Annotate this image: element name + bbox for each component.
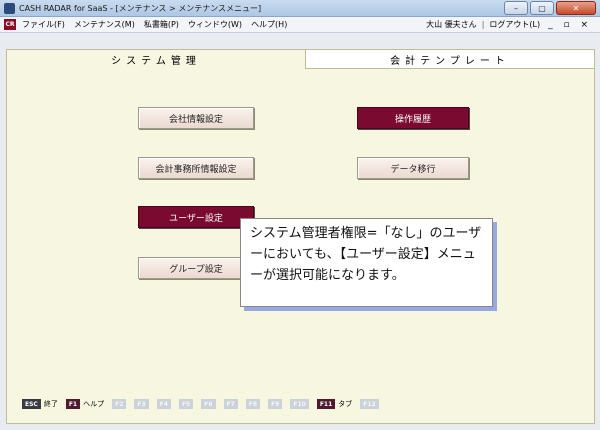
f8-key-label: F8 <box>245 399 261 409</box>
menu-maintenance[interactable]: メンテナンス(M) <box>74 19 135 30</box>
tab-accounting-template[interactable]: 会計テンプレート <box>305 50 594 69</box>
esc-action-label: 終了 <box>43 400 58 408</box>
operation-history-button[interactable]: 操作履歴 <box>357 107 469 129</box>
menu-mailbox[interactable]: 私書箱(P) <box>144 19 179 30</box>
data-migration-button[interactable]: データ移行 <box>357 157 469 179</box>
minimize-button[interactable]: – <box>504 1 528 15</box>
app-icon <box>4 3 15 14</box>
fkey-f11[interactable]: F11 タブ <box>316 399 353 409</box>
window-title: CASH RADAR for SaaS - [メンテナンス > メンテナンスメニ… <box>19 4 262 13</box>
fkey-f7: F7 <box>223 399 238 409</box>
menu-separator: | <box>481 20 485 29</box>
group-settings-button[interactable]: グループ設定 <box>138 257 254 279</box>
menu-help[interactable]: ヘルプ(H) <box>251 19 287 30</box>
user-name: 大山 優夫さん <box>426 20 477 29</box>
f6-key-label: F6 <box>201 399 216 409</box>
mdi-restore-icon[interactable]: ▫ <box>563 20 573 30</box>
logout-link[interactable]: ログアウト(L) <box>489 19 540 30</box>
fkey-f5: F5 <box>178 399 194 409</box>
fkey-f12: F12 <box>360 399 379 409</box>
mdi-minimize-icon[interactable]: _ <box>548 20 557 30</box>
f11-key-label: F11 <box>316 399 336 409</box>
esc-key-label: ESC <box>22 399 41 409</box>
maximize-button[interactable]: ▢ <box>530 1 554 15</box>
menu-file[interactable]: ファイル(F) <box>22 19 65 30</box>
window-controls: – ▢ ✕ <box>502 1 596 15</box>
user-settings-button[interactable]: ユーザー設定 <box>138 206 254 228</box>
fkey-f10: F10 <box>290 399 309 409</box>
menu-window[interactable]: ウィンドウ(W) <box>188 19 242 30</box>
fkey-f6: F6 <box>201 399 216 409</box>
f5-key-label: F5 <box>178 399 194 409</box>
close-button[interactable]: ✕ <box>556 1 596 15</box>
menu-bar: CR ファイル(F) メンテナンス(M) 私書箱(P) ウィンドウ(W) ヘルプ… <box>0 17 600 33</box>
fkey-f8: F8 <box>245 399 261 409</box>
fkey-f4: F4 <box>156 399 171 409</box>
f3-key-label: F3 <box>134 399 149 409</box>
title-bar: CASH RADAR for SaaS - [メンテナンス > メンテナンスメニ… <box>0 0 600 17</box>
f1-key-label: F1 <box>65 399 81 409</box>
info-callout: システム管理者権限=「なし」のユーザーにおいても、【ユーザー設定】メニューが選択… <box>240 218 493 307</box>
f10-key-label: F10 <box>290 399 309 409</box>
fkey-f3: F3 <box>134 399 149 409</box>
accounting-office-button[interactable]: 会計事務所情報設定 <box>138 157 254 179</box>
function-key-bar: ESC 終了 F1 ヘルプ F2 F3 F4 F5 F6 F7 F8 F9 F1… <box>0 393 600 415</box>
f11-action-label: タブ <box>338 400 353 408</box>
tab-system-management[interactable]: システム管理 <box>7 50 305 69</box>
f9-key-label: F9 <box>268 399 283 409</box>
company-info-button[interactable]: 会社情報設定 <box>138 107 254 129</box>
f2-key-label: F2 <box>112 399 127 409</box>
fkey-f9: F9 <box>268 399 283 409</box>
fkey-f2: F2 <box>112 399 127 409</box>
callout-text: システム管理者権限=「なし」のユーザーにおいても、【ユーザー設定】メニューが選択… <box>250 226 482 283</box>
mdi-controls: _ ▫ × <box>548 20 592 30</box>
f7-key-label: F7 <box>223 399 238 409</box>
mdi-close-icon[interactable]: × <box>580 20 592 30</box>
f12-key-label: F12 <box>360 399 379 409</box>
f4-key-label: F4 <box>156 399 171 409</box>
f1-action-label: ヘルプ <box>83 400 105 408</box>
app-badge-icon[interactable]: CR <box>4 19 16 30</box>
fkey-f1[interactable]: F1 ヘルプ <box>65 399 105 409</box>
fkey-esc[interactable]: ESC 終了 <box>22 399 58 409</box>
